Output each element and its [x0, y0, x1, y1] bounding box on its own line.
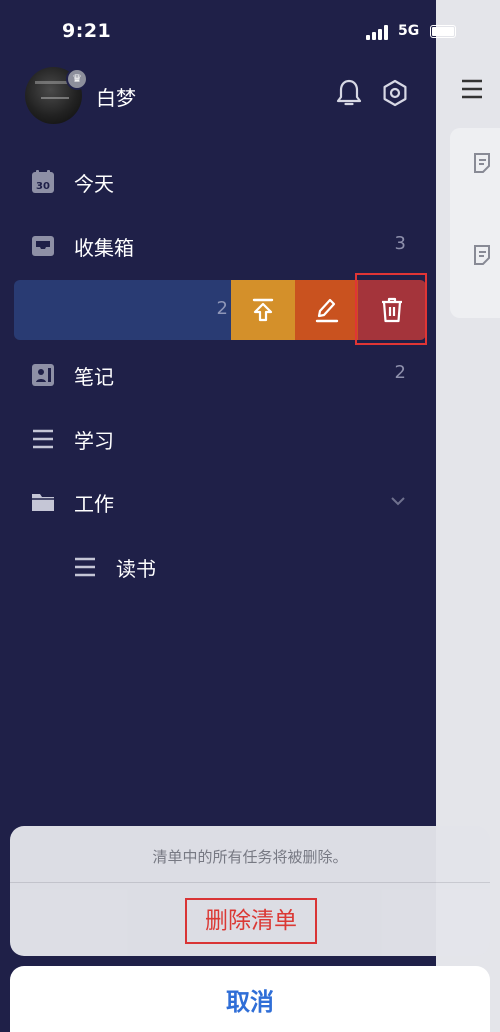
sidebar-item-work[interactable]: 工作 — [0, 472, 436, 530]
swiped-row-body[interactable]: 2 — [14, 280, 236, 340]
pin-top-icon — [252, 298, 274, 322]
edit-button[interactable] — [295, 280, 358, 340]
sidebar-item-reading[interactable]: 读书 — [0, 537, 436, 595]
network-type: 5G — [398, 23, 420, 39]
sidebar-item-label: 工作 — [74, 492, 114, 516]
sidebar-item-label: 学习 — [74, 429, 114, 453]
divider — [10, 882, 490, 883]
cancel-button[interactable]: 取消 — [10, 966, 490, 1032]
item-count: 3 — [394, 233, 406, 254]
username[interactable]: 白梦 — [96, 82, 136, 111]
status-time: 9:21 — [62, 20, 112, 42]
note-icon — [474, 245, 490, 265]
svg-text:30: 30 — [36, 181, 50, 192]
sidebar-item-inbox[interactable]: 收集箱 3 — [0, 216, 436, 274]
crown-icon: ♛ — [66, 68, 88, 90]
edit-icon — [315, 298, 338, 323]
notebook-icon — [32, 364, 54, 386]
sidebar-item-today[interactable]: 30 今天 — [0, 152, 436, 210]
calendar-icon: 30 — [32, 170, 54, 193]
action-sheet-message: 清单中的所有任务将被删除。 — [152, 848, 348, 866]
battery-icon — [430, 25, 456, 38]
delete-list-button[interactable]: 删除清单 — [185, 898, 317, 944]
pin-to-top-button[interactable] — [231, 280, 295, 340]
settings-icon[interactable] — [381, 79, 409, 107]
sidebar-item-label: 收集箱 — [74, 236, 134, 260]
list-icon — [75, 557, 95, 577]
hamburger-menu-icon[interactable] — [460, 78, 484, 100]
sidebar-item-label: 读书 — [116, 557, 156, 581]
note-icon — [474, 153, 490, 173]
sidebar-item-notes[interactable]: 笔记 2 — [0, 345, 436, 403]
sidebar-item-label: 今天 — [74, 172, 114, 196]
bell-icon[interactable] — [336, 78, 362, 108]
inbox-icon — [32, 236, 54, 256]
sidebar-item-label: 笔记 — [74, 365, 114, 389]
list-icon — [33, 429, 53, 449]
item-count: 2 — [394, 362, 406, 383]
signal-icon — [366, 24, 394, 40]
item-count: 2 — [216, 298, 228, 319]
sidebar-item-study[interactable]: 学习 — [0, 409, 436, 467]
chevron-down-icon[interactable] — [390, 496, 406, 506]
action-sheet: 清单中的所有任务将被删除。 删除清单 — [10, 826, 490, 956]
delete-button-highlight — [355, 273, 427, 345]
folder-icon — [32, 494, 54, 511]
